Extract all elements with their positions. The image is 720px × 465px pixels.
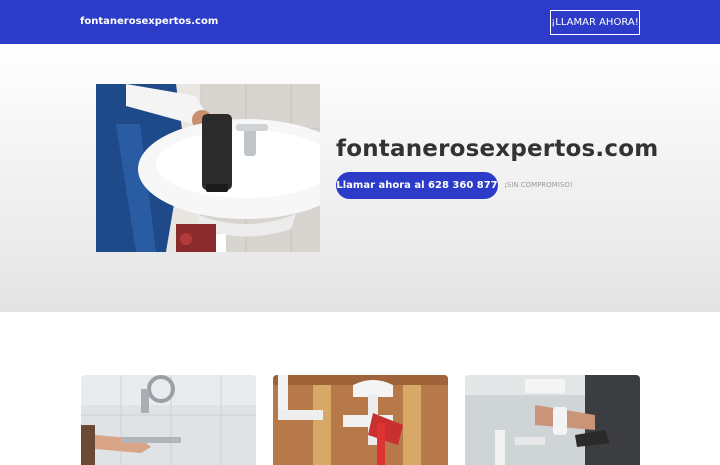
brand-link[interactable]: fontanerosexpertos.com (80, 16, 218, 27)
service-card-image-1[interactable] (81, 375, 256, 465)
top-navbar: fontanerosexpertos.com ¡LLAMAR AHORA! (0, 0, 720, 44)
plumber-sink-photo (96, 84, 320, 252)
service-card-image-2[interactable] (273, 375, 448, 465)
call-phone-button[interactable]: Llamar ahora al 628 360 877 (336, 172, 498, 199)
call-now-button[interactable]: ¡LLAMAR AHORA! (550, 10, 640, 35)
hero-section: fontanerosexpertos.com Llamar ahora al 6… (0, 44, 720, 312)
service-card-image-3[interactable] (465, 375, 640, 465)
no-commitment-note: ¡SIN COMPROMISO! (504, 181, 573, 189)
hero-title: fontanerosexpertos.com (336, 136, 659, 162)
